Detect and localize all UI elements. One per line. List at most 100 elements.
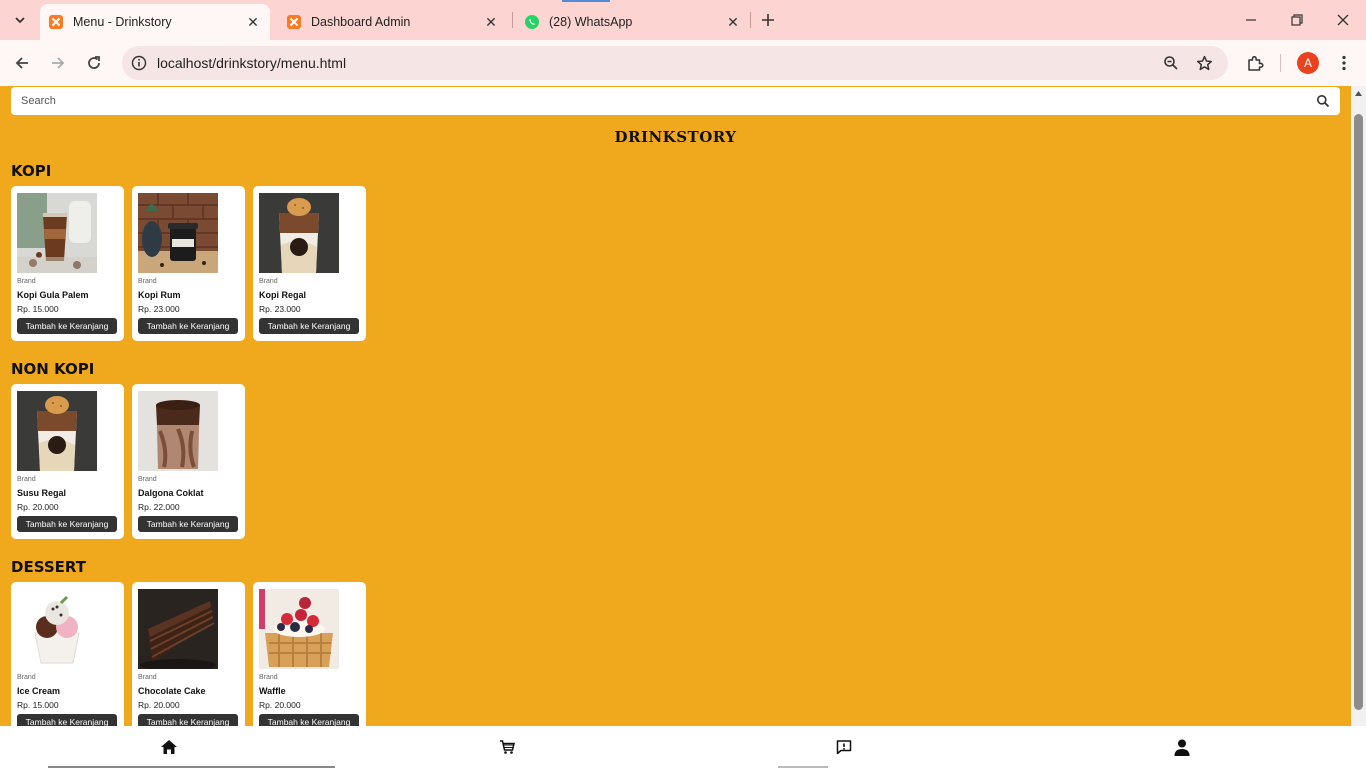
add-to-cart-button[interactable]: Tambah ke Keranjang [138,714,238,726]
kebab-menu-icon[interactable] [1333,52,1355,74]
product-image-kopi-rum [138,193,218,273]
close-tab-icon[interactable]: ✕ [244,13,262,31]
scrollbar-thumb[interactable] [1354,114,1363,710]
tab-title: Menu - Drinkstory [73,15,172,29]
product-image-waffle [259,589,339,669]
tab-dashboard-admin[interactable]: Dashboard Admin ✕ [278,4,508,40]
product-card: Brand Susu Regal Rp. 20.000 Tambah ke Ke… [11,384,124,539]
product-price: Rp. 23.000 [259,304,301,314]
product-price: Rp. 15.000 [17,700,59,710]
product-price: Rp. 20.000 [259,700,301,710]
cart-icon [500,740,515,754]
product-name: Waffle [259,686,286,696]
product-card: Brand Waffle Rp. 20.000 Tambah ke Keranj… [253,582,366,726]
tab-search-button[interactable] [6,8,34,32]
tab-separator [750,12,751,28]
xampp-icon [287,15,301,29]
reload-button[interactable] [81,50,107,76]
chevron-down-icon [15,17,25,24]
product-brand: Brand [138,674,157,681]
new-tab-button[interactable] [757,8,779,32]
nav-feedback-button[interactable] [833,736,855,758]
profile-icon [1174,739,1190,756]
product-brand: Brand [138,476,157,483]
product-name: Dalgona Coklat [138,488,204,498]
close-window-button[interactable] [1328,6,1358,34]
product-name: Kopi Gula Palem [17,290,89,300]
scroll-up-arrow-icon[interactable] [1354,89,1363,98]
section-title: DESSERT [11,558,86,576]
product-image-kopi-regal [259,193,339,273]
browser-toolbar: localhost/drinkstory/menu.html A [0,40,1366,86]
product-card: Brand Kopi Rum Rp. 23.000 Tambah ke Kera… [132,186,245,341]
forward-button[interactable] [45,50,71,76]
xampp-icon [49,15,63,29]
nav-cart-button[interactable] [496,736,518,758]
product-image-susu-regal [17,391,97,471]
bottom-navigation [0,726,1366,768]
toolbar-divider [1280,54,1281,72]
product-name: Susu Regal [17,488,67,498]
product-brand: Brand [259,278,278,285]
product-card: Brand Chocolate Cake Rp. 20.000 Tambah k… [132,582,245,726]
product-card: Brand Dalgona Coklat Rp. 22.000 Tambah k… [132,384,245,539]
add-to-cart-button[interactable]: Tambah ke Keranjang [259,318,359,334]
back-button[interactable] [9,50,35,76]
tab-group-indicator [562,0,610,2]
product-brand: Brand [17,278,36,285]
feedback-icon [836,740,852,755]
add-to-cart-button[interactable]: Tambah ke Keranjang [259,714,359,726]
search-input[interactable] [21,92,1301,110]
product-card: Brand Kopi Regal Rp. 23.000 Tambah ke Ke… [253,186,366,341]
add-to-cart-button[interactable]: Tambah ke Keranjang [17,714,117,726]
tab-title: (28) WhatsApp [549,15,633,29]
tab-whatsapp[interactable]: (28) WhatsApp ✕ [516,4,750,40]
extensions-icon[interactable] [1244,52,1266,74]
bookmark-star-icon[interactable] [1193,53,1215,73]
url-text: localhost/drinkstory/menu.html [157,55,347,71]
home-icon [161,740,177,754]
section-kopi: KOPI Brand Kopi Gula Palem Rp. 15.000 Ta… [11,161,431,341]
product-price: Rp. 22.000 [138,502,180,512]
section-title: KOPI [11,162,52,180]
add-to-cart-button[interactable]: Tambah ke Keranjang [17,516,117,532]
tab-strip: Menu - Drinkstory ✕ Dashboard Admin ✕ (2… [0,0,1366,40]
reload-icon [88,56,100,69]
zoom-icon[interactable] [1160,53,1182,73]
minimize-icon [1246,19,1256,21]
product-price: Rp. 20.000 [17,502,59,512]
tab-menu-drinkstory[interactable]: Menu - Drinkstory ✕ [40,4,270,40]
product-brand: Brand [17,476,36,483]
restore-button[interactable] [1282,6,1312,34]
product-name: Kopi Regal [259,290,307,300]
add-to-cart-button[interactable]: Tambah ke Keranjang [138,516,238,532]
vertical-scrollbar[interactable] [1351,86,1366,726]
plus-icon [762,14,774,26]
product-image-dalgona-coklat [138,391,218,471]
section-title: NON KOPI [11,360,95,378]
nav-profile-button[interactable] [1171,736,1193,758]
product-name: Ice Cream [17,686,61,696]
product-price: Rp. 23.000 [138,304,180,314]
product-brand: Brand [138,278,157,285]
nav-home-button[interactable] [158,736,180,758]
add-to-cart-button[interactable]: Tambah ke Keranjang [138,318,238,334]
site-info-icon[interactable] [130,54,148,72]
arrow-left-icon [15,57,28,69]
product-card: Brand Ice Cream Rp. 15.000 Tambah ke Ker… [11,582,124,726]
close-tab-icon[interactable]: ✕ [482,13,500,31]
profile-avatar[interactable]: A [1297,52,1319,74]
close-icon [1337,14,1349,26]
page-content: DRINKSTORY KOPI Brand Kopi Gula Palem Rp… [0,86,1351,726]
address-bar[interactable]: localhost/drinkstory/menu.html [122,46,1228,80]
product-image-ice-cream [17,589,97,669]
product-image-kopi-gula-palem [17,193,97,273]
product-price: Rp. 20.000 [138,700,180,710]
add-to-cart-button[interactable]: Tambah ke Keranjang [17,318,117,334]
whatsapp-icon [525,15,539,29]
minimize-button[interactable] [1236,6,1266,34]
search-bar [11,87,1340,115]
search-icon[interactable] [1316,94,1330,108]
close-tab-icon[interactable]: ✕ [724,13,742,31]
arrow-right-icon [52,57,65,69]
